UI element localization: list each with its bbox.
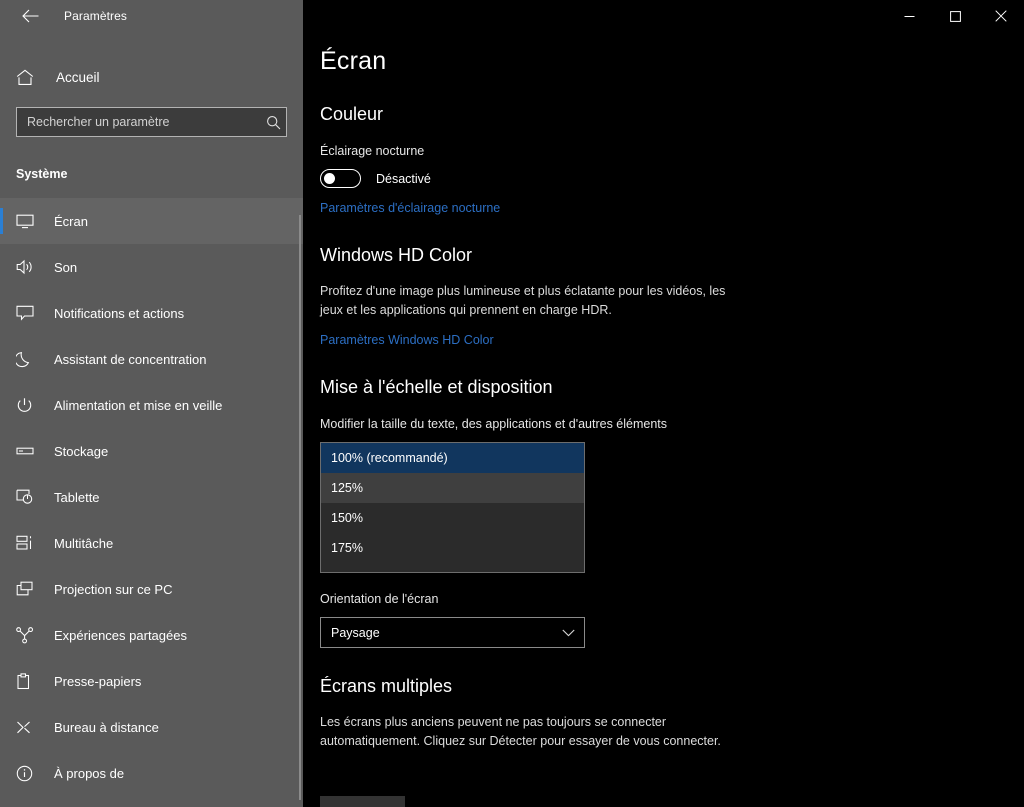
- sidebar-group-title: Système: [16, 167, 68, 181]
- detect-button[interactable]: [320, 796, 405, 807]
- remote-desktop-icon: [16, 717, 44, 737]
- sidebar-item-label: Assistant de concentration: [54, 351, 207, 367]
- sidebar-item-presse-papiers[interactable]: Presse-papiers: [0, 658, 303, 704]
- minimize-icon: [904, 15, 914, 17]
- sidebar-item-a-propos-de[interactable]: À propos de: [0, 750, 303, 796]
- section-heading-scale: Mise à l'échelle et disposition: [320, 377, 553, 397]
- share-icon: [16, 625, 44, 645]
- search-box[interactable]: [16, 107, 287, 137]
- chevron-down-icon: [562, 629, 575, 637]
- sidebar-item-experiences-partagees[interactable]: Expériences partagées: [0, 612, 303, 658]
- hd-color-description: Profitez d'une image plus lumineuse et p…: [320, 284, 726, 317]
- home-label: Accueil: [56, 69, 100, 85]
- settings-window: Paramètres Accueil Système: [0, 0, 1024, 807]
- night-light-toggle-row: Désactivé: [320, 169, 1024, 188]
- scale-option-150[interactable]: 150%: [321, 503, 584, 533]
- arrow-left-icon: [21, 9, 38, 23]
- sidebar-item-label: À propos de: [54, 765, 125, 781]
- multi-display-description: Les écrans plus anciens peuvent ne pas t…: [320, 715, 721, 748]
- search-icon[interactable]: [260, 115, 286, 130]
- sidebar-item-stockage[interactable]: Stockage: [0, 428, 303, 474]
- sidebar: Paramètres Accueil Système: [0, 0, 303, 807]
- scale-option-100[interactable]: 100% (recommandé): [321, 443, 584, 473]
- night-light-toggle[interactable]: [320, 169, 361, 188]
- orientation-label: Orientation de l'écran: [320, 592, 439, 606]
- night-light-settings-link[interactable]: Paramètres d'éclairage nocturne: [320, 201, 500, 215]
- sidebar-item-label: Tablette: [54, 489, 100, 505]
- sidebar-item-multitache[interactable]: Multitâche: [0, 520, 303, 566]
- sidebar-scrollbar[interactable]: [299, 215, 301, 800]
- window-title: Paramètres: [64, 9, 128, 23]
- night-light-label: Éclairage nocturne: [320, 144, 425, 158]
- storage-icon: [16, 441, 44, 461]
- maximize-button[interactable]: [932, 0, 978, 32]
- sidebar-item-notifications[interactable]: Notifications et actions: [0, 290, 303, 336]
- sidebar-item-label: Son: [54, 259, 78, 275]
- sidebar-item-label: Notifications et actions: [54, 305, 185, 321]
- sidebar-item-son[interactable]: Son: [0, 244, 303, 290]
- titlebar-left: Paramètres: [0, 0, 303, 32]
- sidebar-item-label: Bureau à distance: [54, 719, 159, 735]
- close-icon: [995, 10, 1007, 22]
- notification-icon: [16, 303, 44, 323]
- night-light-state: Désactivé: [376, 171, 431, 186]
- sidebar-item-label: Projection sur ce PC: [54, 581, 173, 597]
- toggle-knob: [324, 173, 335, 184]
- sidebar-item-label: Multitâche: [54, 535, 114, 551]
- monitor-icon: [16, 211, 44, 231]
- power-icon: [16, 395, 44, 415]
- clipboard-icon: [16, 671, 44, 691]
- maximize-icon: [949, 10, 961, 22]
- section-heading-couleur: Couleur: [320, 104, 384, 124]
- sidebar-item-projection[interactable]: Projection sur ce PC: [0, 566, 303, 612]
- tablet-icon: [16, 487, 44, 507]
- content-pane: Écran Couleur Éclairage nocturne Désacti…: [303, 0, 1024, 807]
- sidebar-nav-list: Écran Son Notifications et actions Assis…: [0, 198, 303, 796]
- projection-icon: [16, 579, 44, 599]
- scale-label: Modifier la taille du texte, des applica…: [320, 417, 668, 431]
- minimize-button[interactable]: [886, 0, 932, 32]
- sidebar-item-ecran[interactable]: Écran: [0, 198, 303, 244]
- page-title: Écran: [320, 47, 387, 75]
- multitask-icon: [16, 533, 44, 553]
- scale-option-175[interactable]: 175%: [321, 533, 584, 563]
- sidebar-item-label: Stockage: [54, 443, 109, 459]
- sidebar-item-label: Presse-papiers: [54, 673, 142, 689]
- hd-color-settings-link[interactable]: Paramètres Windows HD Color: [320, 333, 494, 347]
- scale-dropdown-list[interactable]: 100% (recommandé) 125% 150% 175%: [320, 442, 585, 573]
- moon-icon: [16, 349, 44, 369]
- section-heading-hd-color: Windows HD Color: [320, 245, 473, 265]
- speaker-icon: [16, 257, 44, 277]
- sidebar-item-alimentation[interactable]: Alimentation et mise en veille: [0, 382, 303, 428]
- section-heading-multi-display: Écrans multiples: [320, 676, 453, 696]
- orientation-select[interactable]: Paysage: [320, 617, 585, 648]
- close-button[interactable]: [978, 0, 1024, 32]
- scale-option-125[interactable]: 125%: [321, 473, 584, 503]
- home-icon: [16, 69, 42, 86]
- search-input[interactable]: [17, 115, 260, 129]
- orientation-value: Paysage: [331, 625, 380, 640]
- window-controls: [886, 0, 1024, 32]
- info-icon: [16, 763, 44, 783]
- sidebar-item-label: Écran: [54, 213, 88, 229]
- settings-content: Écran Couleur Éclairage nocturne Désacti…: [303, 47, 1024, 751]
- sidebar-item-tablette[interactable]: Tablette: [0, 474, 303, 520]
- sidebar-item-home[interactable]: Accueil: [0, 59, 303, 95]
- sidebar-item-assistant-concentration[interactable]: Assistant de concentration: [0, 336, 303, 382]
- sidebar-item-label: Expériences partagées: [54, 627, 187, 643]
- back-button[interactable]: [14, 1, 46, 31]
- sidebar-item-label: Alimentation et mise en veille: [54, 397, 223, 413]
- sidebar-item-bureau-a-distance[interactable]: Bureau à distance: [0, 704, 303, 750]
